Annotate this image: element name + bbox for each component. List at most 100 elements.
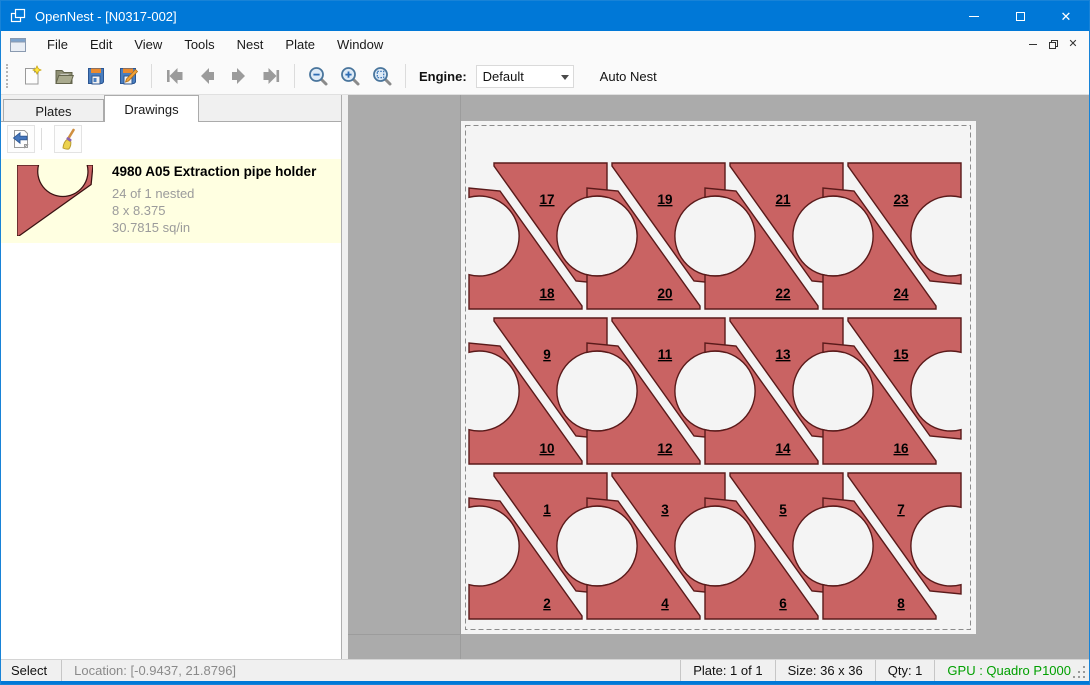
part-number-label: 16: [893, 441, 909, 456]
window-title: OpenNest - [N0317-002]: [35, 9, 177, 24]
new-file-button[interactable]: [17, 61, 47, 91]
menu-item-edit[interactable]: Edit: [79, 32, 123, 57]
child-minimize-icon: [1029, 44, 1037, 45]
go-last-icon: [259, 65, 283, 87]
app-window: OpenNest - [N0317-002] ✕ FileEditViewToo…: [0, 0, 1090, 685]
zoom-out-icon: [307, 65, 329, 87]
tab-strip: Plates Drawings: [1, 95, 341, 122]
menu-item-view[interactable]: View: [123, 32, 173, 57]
status-size: Size: 36 x 36: [775, 660, 875, 681]
maximize-button[interactable]: [997, 1, 1043, 31]
part-number-label: 4: [661, 596, 669, 611]
status-gpu: GPU : Quadro P1000: [934, 660, 1089, 681]
left-panel: Plates Drawings: [1, 95, 342, 659]
drawing-size: 8 x 8.375: [112, 202, 316, 219]
toolbar-grip[interactable]: [6, 64, 9, 88]
app-icon: [10, 8, 26, 24]
engine-value: Default: [483, 69, 524, 84]
part-number-label: 10: [539, 441, 554, 456]
drawings-list: 4980 A05 Extraction pipe holder 24 of 1 …: [1, 156, 341, 659]
go-first-button[interactable]: [160, 61, 190, 91]
menu-item-nest[interactable]: Nest: [226, 32, 275, 57]
return-to-plate-button[interactable]: [7, 125, 35, 153]
child-restore-button[interactable]: [1043, 36, 1063, 54]
auto-nest-button[interactable]: Auto Nest: [592, 64, 665, 89]
menu-item-window[interactable]: Window: [326, 32, 394, 57]
go-previous-button[interactable]: [192, 61, 222, 91]
status-qty: Qty: 1: [875, 660, 935, 681]
mdi-child-icon: [10, 38, 26, 52]
title-bar[interactable]: OpenNest - [N0317-002] ✕: [1, 1, 1089, 31]
chevron-down-icon: [561, 75, 569, 80]
part-number-label: 17: [539, 192, 554, 207]
nest-canvas[interactable]: 171921231820222491113151012141613572468: [348, 95, 1089, 659]
drawing-title: 4980 A05 Extraction pipe holder: [112, 164, 316, 179]
part-number-label: 7: [897, 502, 905, 517]
go-first-icon: [163, 65, 187, 87]
save-as-button[interactable]: [113, 61, 143, 91]
resize-grip-icon[interactable]: [1073, 666, 1086, 679]
part-number-label: 15: [893, 347, 909, 362]
zoom-fit-icon: [371, 65, 393, 87]
part-number-label: 24: [893, 286, 909, 301]
toolbar-separator: [294, 64, 295, 88]
status-location: Location: [-0.9437, 21.8796]: [61, 660, 248, 681]
open-file-icon: [53, 65, 75, 87]
drawing-list-item[interactable]: 4980 A05 Extraction pipe holder 24 of 1 …: [1, 159, 341, 243]
tab-drawings[interactable]: Drawings: [104, 95, 199, 122]
part-number-label: 3: [661, 502, 669, 517]
status-plate: Plate: 1 of 1: [680, 660, 774, 681]
zoom-out-button[interactable]: [303, 61, 333, 91]
part-number-label: 9: [543, 347, 551, 362]
menu-item-file[interactable]: File: [36, 32, 79, 57]
drawing-area: 30.7815 sq/in: [112, 219, 316, 236]
part-number-label: 8: [897, 596, 905, 611]
status-bar: Select Location: [-0.9437, 21.8796] Plat…: [1, 659, 1089, 681]
minimize-button[interactable]: [951, 1, 997, 31]
part-number-label: 13: [775, 347, 791, 362]
maximize-icon: [1016, 12, 1025, 21]
broom-icon: [57, 128, 79, 150]
go-previous-icon: [195, 65, 219, 87]
save-as-icon: [117, 65, 139, 87]
open-file-button[interactable]: [49, 61, 79, 91]
menu-items: FileEditViewToolsNestPlateWindow: [36, 32, 394, 57]
part-number-label: 5: [779, 502, 787, 517]
child-minimize-button[interactable]: [1023, 36, 1043, 54]
save-button[interactable]: [81, 61, 111, 91]
zoom-in-button[interactable]: [335, 61, 365, 91]
new-file-icon: [21, 65, 43, 87]
zoom-in-icon: [339, 65, 361, 87]
drawing-nested-count: 24 of 1 nested: [112, 185, 316, 202]
menu-item-plate[interactable]: Plate: [274, 32, 326, 57]
menu-bar: FileEditViewToolsNestPlateWindow ✕: [1, 31, 1089, 58]
main-toolbar: Engine: Default Auto Nest: [1, 58, 1089, 95]
part-number-label: 2: [543, 596, 551, 611]
part-number-label: 18: [539, 286, 555, 301]
menu-item-tools[interactable]: Tools: [173, 32, 225, 57]
zoom-fit-button[interactable]: [367, 61, 397, 91]
part-number-label: 20: [657, 286, 672, 301]
child-window-controls: ✕: [1023, 36, 1083, 54]
child-close-button[interactable]: ✕: [1063, 36, 1083, 54]
status-mode: Select: [1, 660, 61, 681]
clear-drawings-button[interactable]: [54, 125, 82, 153]
save-icon: [85, 65, 107, 87]
return-document-icon: [10, 128, 32, 150]
go-last-button[interactable]: [256, 61, 286, 91]
main-area: Plates Drawings: [1, 95, 1089, 659]
part-number-label: 1: [543, 502, 551, 517]
part-number-label: 19: [657, 192, 672, 207]
tab-plates[interactable]: Plates: [3, 99, 104, 122]
toolbar-separator: [405, 64, 406, 88]
part-number-label: 23: [893, 192, 909, 207]
minimize-icon: [969, 16, 979, 17]
close-button[interactable]: ✕: [1043, 1, 1089, 31]
engine-select[interactable]: Default: [476, 65, 574, 88]
child-close-icon: ✕: [1068, 39, 1077, 50]
part-number-label: 6: [779, 596, 787, 611]
panel-toolbar-separator: [41, 128, 42, 150]
part-number-label: 22: [775, 286, 790, 301]
part-number-label: 12: [657, 441, 672, 456]
go-next-button[interactable]: [224, 61, 254, 91]
